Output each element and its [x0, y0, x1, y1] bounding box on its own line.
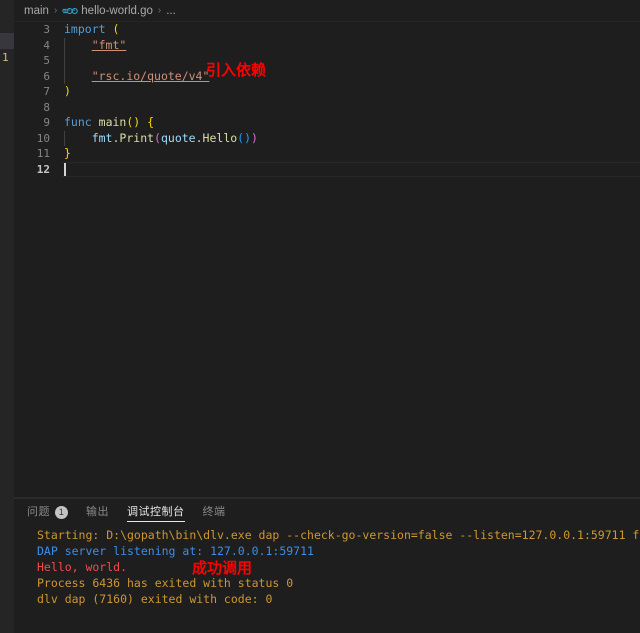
panel-tab-label: 输出	[86, 506, 109, 518]
code-line[interactable]: 4 "fmt"	[14, 37, 640, 54]
indent-guide	[64, 130, 65, 146]
code-token: fmt	[91, 130, 113, 145]
code-token: import	[64, 22, 106, 36]
indent-guide	[64, 53, 65, 69]
code-token: .	[195, 130, 203, 145]
code-token: main	[98, 115, 127, 129]
code-line-text: func main() {	[64, 115, 154, 131]
line-number: 4	[43, 38, 50, 52]
panel-tab-badge: 1	[55, 505, 68, 519]
console-line: Hello, world.	[37, 560, 128, 574]
panel-tab-1[interactable]: 输出	[86, 499, 109, 525]
indent-guide	[64, 37, 65, 53]
code-line[interactable]: 6 "rsc.io/quote/v4"	[14, 68, 640, 85]
console-line: dlv dap (7160) exited with code: 0	[37, 592, 273, 606]
line-number: 10	[36, 131, 50, 145]
console-line: DAP server listening at: 127.0.0.1:59711	[37, 544, 314, 558]
breadcrumb-separator-2: ›	[157, 5, 162, 16]
text-cursor	[64, 162, 66, 176]
code-token: Print	[119, 130, 155, 145]
line-number: 12	[36, 162, 50, 176]
console-line: Process 6436 has exited with status 0	[37, 576, 294, 590]
code-token: {	[147, 115, 155, 129]
line-number: 5	[43, 54, 50, 67]
go-language-icon	[62, 6, 79, 16]
debug-console-output[interactable]: Starting: D:\gopath\bin\dlv.exe dap --ch…	[14, 527, 640, 633]
panel-tab-2[interactable]: 调试控制台	[127, 499, 185, 525]
panel-tab-label: 调试控制台	[127, 506, 185, 518]
code-token: )	[244, 130, 252, 145]
code-line[interactable]: 11}	[14, 146, 640, 162]
line-number: 9	[43, 116, 50, 129]
code-line[interactable]: 9 func main() {	[14, 115, 640, 131]
annotation-successful-call: 成功调用	[192, 559, 253, 577]
panel-tab-label: 终端	[202, 506, 226, 518]
code-line-text: "rsc.io/quote/v4"	[64, 68, 210, 85]
panel-tab-bar[interactable]: 问题 1 输出 调试控制台 终端	[14, 499, 640, 525]
code-line[interactable]: 12	[14, 161, 640, 177]
code-token: Hello	[202, 130, 238, 145]
console-line: Starting: D:\gopath\bin\dlv.exe dap --ch…	[37, 528, 640, 542]
code-token: func	[64, 115, 92, 129]
code-line-text: fmt.Print(quote.Hello())	[64, 131, 258, 147]
active-line-highlight	[62, 161, 640, 177]
code-token: (	[154, 130, 161, 145]
code-token: "rsc.io/quote/v4"	[91, 68, 210, 83]
code-token: quote	[160, 130, 196, 145]
code-line[interactable]: 8	[14, 100, 640, 116]
breadcrumb-item-ellipsis[interactable]: ...	[166, 5, 176, 17]
line-number: 11	[36, 147, 50, 160]
panel-tab-label: 问题	[27, 506, 50, 518]
breadcrumb-item-file[interactable]: hello-world.go	[81, 5, 153, 17]
breadcrumb-item-main[interactable]: main	[24, 5, 49, 17]
panel-tab-0[interactable]: 问题 1	[27, 499, 68, 525]
breadcrumb[interactable]: main › hello-world.go › ...	[14, 0, 640, 22]
code-line-text: import (	[64, 22, 119, 38]
code-line-text: )	[64, 84, 71, 100]
indent-guide	[64, 68, 65, 84]
breadcrumb-separator: ›	[53, 5, 58, 16]
code-token: }	[64, 146, 71, 160]
code-token: "fmt"	[91, 37, 127, 52]
line-number: 7	[43, 85, 50, 98]
code-token: )	[64, 84, 71, 98]
code-line[interactable]: 7)	[14, 84, 640, 100]
code-line[interactable]: 5	[14, 53, 640, 69]
line-number: 3	[43, 23, 50, 36]
panel-tab-3[interactable]: 终端	[203, 499, 226, 525]
code-token: (	[112, 22, 120, 36]
code-line-text: }	[64, 146, 71, 162]
annotation-import-dependency: 引入依赖	[206, 61, 267, 79]
code-line-text: "fmt"	[64, 37, 127, 54]
line-number: 6	[43, 69, 50, 83]
editor-area: main › hello-world.go › ... 3 import (4 "…	[14, 0, 640, 497]
bottom-panel: 问题 1 输出 调试控制台 终端 Starting: D:\gopath\bin\dlv…	[14, 499, 640, 633]
line-number: 8	[43, 100, 50, 114]
code-line[interactable]: 3 import (	[14, 22, 640, 38]
code-editor-surface[interactable]: 3 import (4 "fmt" 5 6 "rsc.io/quote/v4" 7) 8 9…	[14, 22, 640, 497]
code-token: )	[251, 130, 258, 145]
activity-bar[interactable]: 1	[0, 0, 14, 633]
activity-bar-active-indicator[interactable]	[0, 33, 14, 49]
activity-bar-badge: 1	[2, 51, 9, 64]
code-line[interactable]: 10 fmt.Print(quote.Hello())	[14, 130, 640, 147]
